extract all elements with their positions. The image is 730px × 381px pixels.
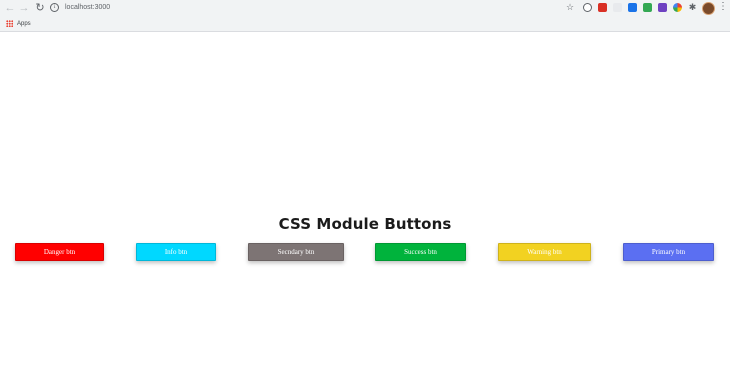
bookmark-star-icon[interactable]: ☆	[566, 2, 574, 13]
devtools-extension-icon[interactable]	[658, 3, 667, 12]
battery-extension-icon[interactable]	[643, 3, 652, 12]
success-button[interactable]: Success btn	[375, 243, 466, 261]
page-extension-icon[interactable]	[613, 3, 622, 12]
page-title: CSS Module Buttons	[278, 215, 452, 233]
reload-icon: ↻	[35, 1, 45, 14]
info-button[interactable]: Info btn	[136, 243, 216, 261]
arrow-left-icon: ←	[4, 1, 16, 14]
pdf-extension-icon[interactable]	[598, 3, 607, 12]
reload-button[interactable]: ↻	[33, 0, 47, 16]
address-bar[interactable]: i localhost:3000	[50, 1, 580, 14]
extensions-puzzle-icon[interactable]: ✱	[688, 3, 697, 12]
pocket-extension-icon[interactable]	[583, 3, 592, 12]
screenshot-extension-icon[interactable]	[628, 3, 637, 12]
bookmarks-bar: Apps	[0, 16, 730, 32]
arrow-right-icon: →	[18, 1, 30, 14]
url-text: localhost:3000	[65, 4, 111, 11]
warning-button[interactable]: Warning btn	[498, 243, 591, 261]
page-content: CSS Module Buttons Danger btn Info btn S…	[0, 32, 730, 381]
danger-button[interactable]: Danger btn	[15, 243, 104, 261]
browser-toolbar: ← → ↻ i localhost:3000 ☆ ✱ ⋮	[0, 0, 730, 16]
secondary-button[interactable]: Secndary btn	[248, 243, 344, 261]
apps-grid-icon[interactable]	[6, 20, 13, 27]
profile-avatar[interactable]	[702, 2, 715, 15]
browser-menu-icon[interactable]: ⋮	[718, 1, 728, 12]
forward-button[interactable]: →	[17, 0, 31, 16]
color-wheel-extension-icon[interactable]	[673, 3, 682, 12]
info-icon[interactable]: i	[50, 3, 59, 12]
primary-button[interactable]: Primary btn	[623, 243, 714, 261]
apps-bookmark[interactable]: Apps	[17, 21, 31, 27]
back-button[interactable]: ←	[3, 0, 17, 16]
